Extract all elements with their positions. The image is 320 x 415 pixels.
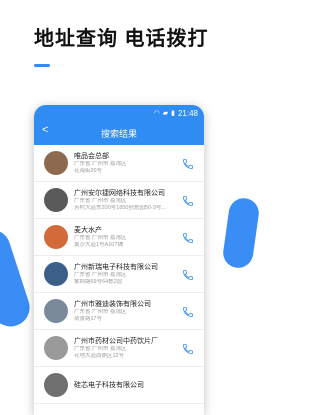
result-address-line1: 广东省 广州市 荔湾区 [74, 197, 127, 204]
promo-title: 地址查询 电话拨打 [34, 28, 209, 50]
phone-icon [183, 270, 193, 280]
result-thumbnail [44, 299, 68, 323]
result-thumbnail [44, 262, 68, 286]
result-address-line2: 荷景路17号 [74, 315, 103, 322]
result-thumbnail [44, 188, 68, 212]
title-underline [34, 64, 50, 67]
result-name: 广州市药材公司中药饮片厂 [74, 337, 158, 345]
battery-icon: ▮ [171, 110, 175, 117]
phone-icon [183, 196, 193, 206]
list-item[interactable]: 唯品会总部 广东省 广州市 荔湾区 花海街20号 [34, 145, 204, 182]
signal-icon: ▰ [162, 110, 169, 117]
phone-screen: ◠ ▰ ▮ 21:48 < 搜索结果 唯品会总部 广东省 广州市 荔湾区 花海街… [34, 105, 204, 415]
phone-icon [183, 233, 193, 243]
result-thumbnail [44, 336, 68, 360]
result-address-line1: 广东省 广州市 荔湾区 [74, 271, 127, 278]
phone-call-button[interactable] [182, 305, 194, 317]
list-item[interactable]: 麦大水产 广东省 广州市 荔湾区 黄沙大道1号A107铺 [34, 219, 204, 256]
page-title: 搜索结果 [100, 128, 137, 139]
result-name: 硅芯电子科技有限公司 [74, 381, 144, 389]
result-address-line2: 花地大道西侧区12号 [74, 352, 125, 359]
result-address-line1: 广东省 广州市 荔湾区 [74, 234, 127, 241]
result-thumbnail [44, 151, 68, 175]
status-time: 21:48 [177, 108, 198, 118]
phone-icon [183, 344, 193, 354]
nav-bar: < 搜索结果 [34, 121, 204, 145]
decorative-blob-left [0, 224, 35, 332]
phone-call-button[interactable] [182, 194, 194, 206]
result-name: 麦大水产 [74, 226, 102, 234]
chevron-left-icon: < [42, 124, 49, 136]
list-item[interactable]: 广州安尔捷网络科技有限公司 广东省 广州市 荔湾区 芳村大道东200号1850创… [34, 182, 204, 219]
phone-icon [183, 159, 193, 169]
result-name: 唯品会总部 [74, 152, 109, 160]
list-item[interactable]: 广州市雅迪装饰有限公司 广东省 广州市 荔湾区 荷景路17号 [34, 293, 204, 330]
status-bar: ◠ ▰ ▮ 21:48 [34, 105, 204, 121]
result-thumbnail [44, 225, 68, 249]
result-name: 广州安尔捷网络科技有限公司 [74, 189, 165, 197]
result-address-line2: 紫荆路69号64栋2层 [74, 278, 123, 285]
result-name: 广州市雅迪装饰有限公司 [74, 300, 151, 308]
wifi-icon: ◠ [153, 110, 160, 117]
back-button[interactable]: < [42, 124, 48, 136]
result-address-line2: 黄沙大道1号A107铺 [74, 241, 123, 248]
result-thumbnail [44, 373, 68, 397]
result-address-line1: 广东省 广州市 荔湾区 [74, 308, 127, 315]
results-list: 唯品会总部 广东省 广州市 荔湾区 花海街20号 广州安尔捷网络科技有限公司 广… [34, 145, 204, 404]
list-item[interactable]: 硅芯电子科技有限公司 [34, 367, 204, 404]
phone-call-button[interactable] [182, 268, 194, 280]
list-item[interactable]: 广州新瑞电子科技有限公司 广东省 广州市 荔湾区 紫荆路69号64栋2层 [34, 256, 204, 293]
phone-call-button[interactable] [182, 231, 194, 243]
phone-call-button[interactable] [182, 157, 194, 169]
result-name: 广州新瑞电子科技有限公司 [74, 263, 158, 271]
phone-call-button[interactable] [182, 342, 194, 354]
list-item[interactable]: 广州市药材公司中药饮片厂 广东省 广州市 荔湾区 花地大道西侧区12号 [34, 330, 204, 367]
result-address-line1: 广东省 广州市 荔湾区 [74, 345, 127, 352]
result-address-line1: 广东省 广州市 荔湾区 [74, 160, 127, 167]
result-address-line2: 花海街20号 [74, 167, 103, 174]
result-address-line2: 芳村大道东200号1850创意园50-3号... [74, 204, 167, 211]
phone-icon [183, 307, 193, 317]
decorative-blob-right [221, 196, 261, 270]
